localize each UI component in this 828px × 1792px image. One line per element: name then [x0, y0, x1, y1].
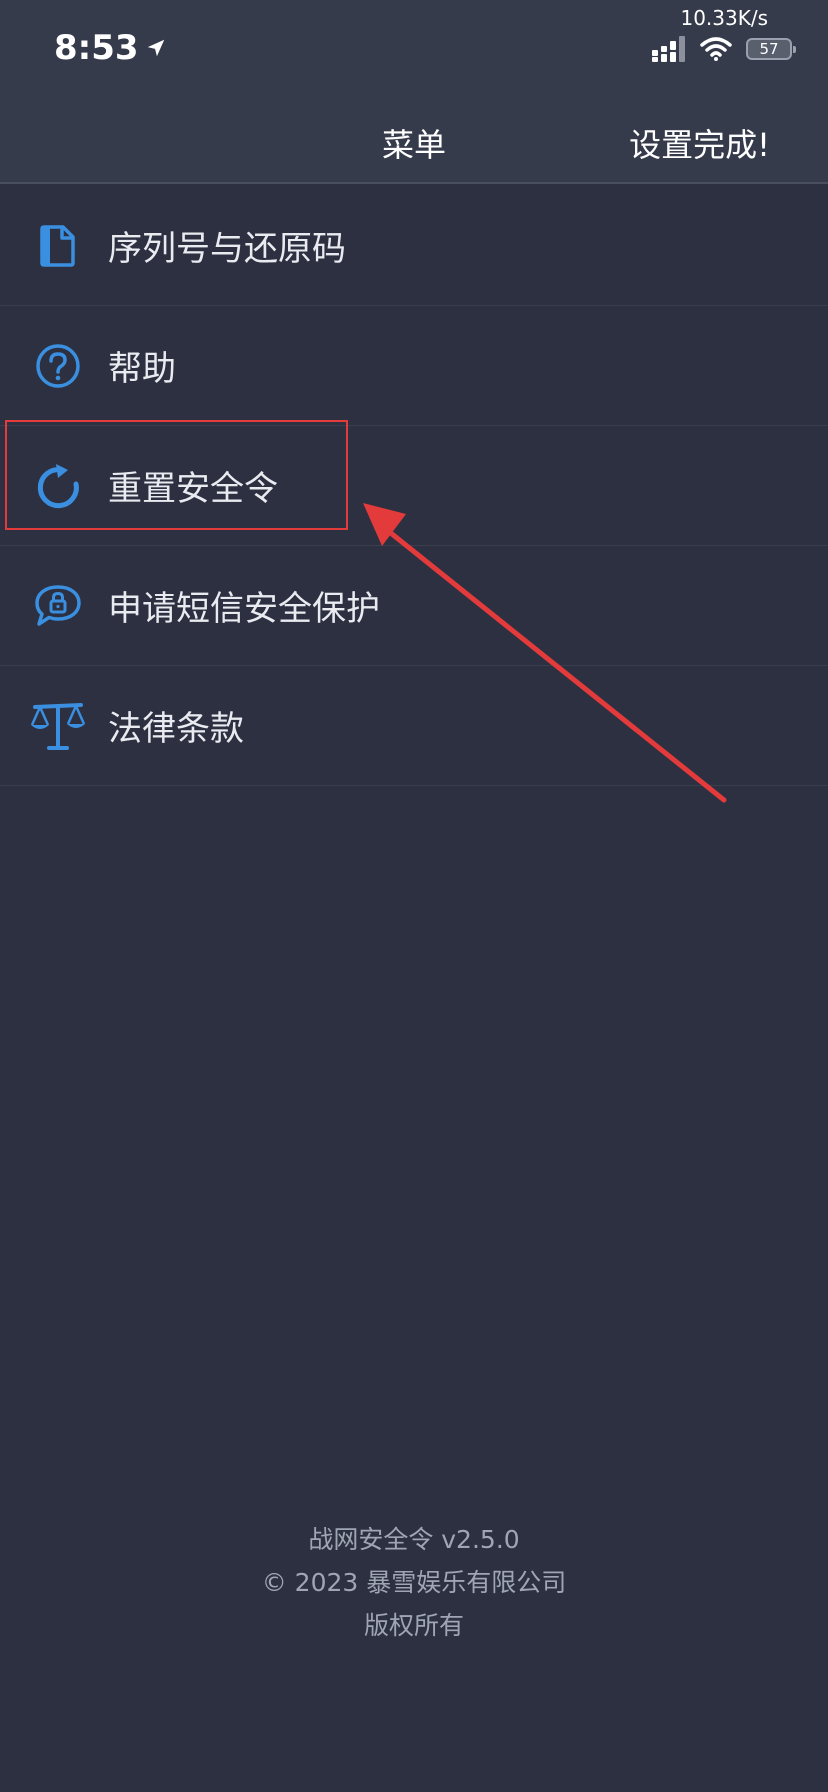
footer: 战网安全令 v2.5.0 © 2023 暴雪娱乐有限公司 版权所有: [0, 1518, 828, 1647]
app-version: 战网安全令 v2.5.0: [308, 1525, 520, 1554]
rights-reserved: 版权所有: [363, 1611, 464, 1640]
annotation-arrow: [363, 503, 727, 803]
copyright: © 2023 暴雪娱乐有限公司: [261, 1568, 567, 1597]
